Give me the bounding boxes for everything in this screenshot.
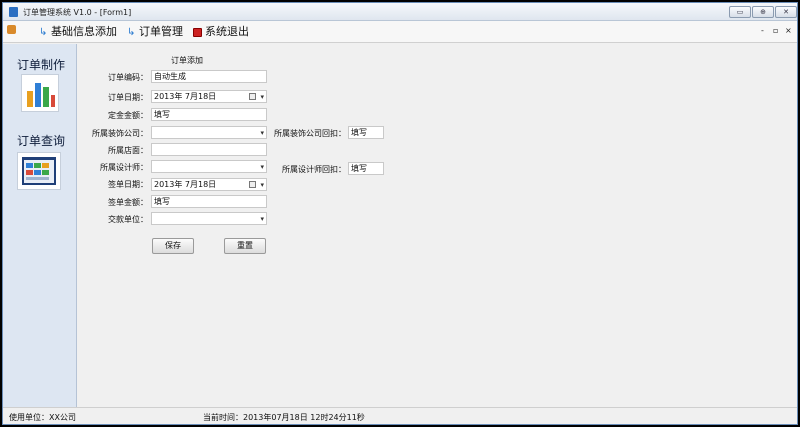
designer-rebate-label: 所属设计师回扣： xyxy=(282,165,346,174)
chevron-down-icon[interactable]: ▾ xyxy=(260,162,264,173)
app-icon xyxy=(9,7,18,17)
status-bar: 使用单位：XX公司 当前时间：2013年07月18日 12时24分11秒 xyxy=(3,407,797,424)
calendar-icon[interactable] xyxy=(249,93,256,100)
menu-exit-label: 系统退出 xyxy=(205,25,249,38)
sidebar-item-order-make[interactable]: 订单制作 xyxy=(17,56,65,73)
sign-date-picker[interactable]: 2013年 7月18日 ▾ xyxy=(151,178,267,191)
menu-order-manage-label: 订单管理 xyxy=(139,25,183,38)
order-no-label: 订单编码： xyxy=(108,73,148,82)
mdi-restore-button[interactable]: ▫ xyxy=(773,26,778,35)
title-bar: 订单管理系统 V1.0 - [Form1] ▭ ⊕ ✕ xyxy=(3,3,797,21)
chevron-down-icon[interactable]: ▾ xyxy=(260,128,264,139)
restore-button[interactable]: ⊕ xyxy=(752,6,774,18)
menu-basic-info-label: 基础信息添加 xyxy=(51,25,117,38)
store-field[interactable] xyxy=(151,143,267,156)
designer-label: 所属设计师： xyxy=(100,163,148,172)
decor-company-label: 所属装饰公司： xyxy=(92,129,148,138)
spreadsheet-icon[interactable] xyxy=(17,152,61,190)
deposit-field[interactable]: 填写 xyxy=(151,108,267,121)
sidebar-item-order-query[interactable]: 订单查询 xyxy=(17,132,65,149)
calendar-icon[interactable] xyxy=(249,181,256,188)
payer-select[interactable]: ▾ xyxy=(151,212,267,225)
mdi-close-button[interactable]: × xyxy=(785,26,792,35)
status-time: 当前时间：2013年07月18日 12时24分11秒 xyxy=(203,413,365,422)
exit-icon xyxy=(193,27,202,37)
order-form: 订单添加 订单编码： 自动生成 订单日期： 2013年 7月18日 ▾ 定金金额… xyxy=(78,44,797,407)
link-icon: ↳ xyxy=(39,26,48,38)
close-button[interactable]: ✕ xyxy=(775,6,797,18)
order-date-label: 订单日期： xyxy=(108,93,148,102)
menu-exit[interactable]: 系统退出 xyxy=(193,24,249,40)
reset-button[interactable]: 重置 xyxy=(224,238,266,254)
menu-bar: ↳ 基础信息添加 ↳ 订单管理 系统退出 - ▫ × xyxy=(3,21,797,43)
app-window: 订单管理系统 V1.0 - [Form1] ▭ ⊕ ✕ ↳ 基础信息添加 ↳ 订… xyxy=(2,2,798,425)
deposit-label: 定金金额： xyxy=(108,111,148,120)
order-no-field[interactable]: 自动生成 xyxy=(151,70,267,83)
sign-date-value: 2013年 7月18日 xyxy=(154,180,217,189)
link-icon: ↳ xyxy=(127,26,136,38)
mdi-child-icon[interactable] xyxy=(7,25,16,34)
decor-company-select[interactable]: ▾ xyxy=(151,126,267,139)
bar-chart-icon[interactable] xyxy=(21,74,59,112)
minimize-button[interactable]: ▭ xyxy=(729,6,751,18)
designer-select[interactable]: ▾ xyxy=(151,160,267,173)
sign-date-label: 签单日期： xyxy=(108,180,148,189)
decor-company-rebate-field[interactable]: 填写 xyxy=(348,126,384,139)
chevron-down-icon[interactable]: ▾ xyxy=(260,92,264,103)
save-button[interactable]: 保存 xyxy=(152,238,194,254)
order-date-picker[interactable]: 2013年 7月18日 ▾ xyxy=(151,90,267,103)
payer-label: 交款单位： xyxy=(108,215,148,224)
sidebar: 订单制作 订单查询 xyxy=(3,44,77,407)
menu-order-manage[interactable]: ↳ 订单管理 xyxy=(127,24,183,40)
store-label: 所属店面： xyxy=(108,146,148,155)
menu-basic-info[interactable]: ↳ 基础信息添加 xyxy=(39,24,117,40)
order-date-value: 2013年 7月18日 xyxy=(154,92,217,101)
form-heading: 订单添加 xyxy=(171,56,203,65)
decor-company-rebate-label: 所属装饰公司回扣： xyxy=(274,129,346,138)
mdi-minimize-button[interactable]: - xyxy=(761,26,764,35)
window-title: 订单管理系统 V1.0 - [Form1] xyxy=(23,8,132,17)
chevron-down-icon[interactable]: ▾ xyxy=(260,214,264,225)
designer-rebate-field[interactable]: 填写 xyxy=(348,162,384,175)
chevron-down-icon[interactable]: ▾ xyxy=(260,180,264,191)
sign-amount-label: 签单金额： xyxy=(108,198,148,207)
status-unit: 使用单位：XX公司 xyxy=(9,413,76,422)
sign-amount-field[interactable]: 填写 xyxy=(151,195,267,208)
